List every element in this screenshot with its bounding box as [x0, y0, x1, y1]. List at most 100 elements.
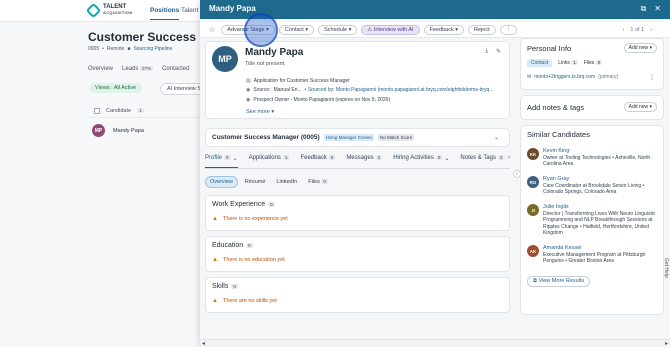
logo-icon	[85, 2, 102, 18]
list-item[interactable]: AK Amanda Kessel Executive Management Pro…	[527, 245, 661, 265]
subtab-overview[interactable]: Overview	[205, 176, 238, 188]
application-line: ▤ Application for Customer Success Manag…	[246, 78, 350, 84]
notes-title: Add notes & tags	[527, 103, 585, 112]
scroll-left-icon[interactable]: ◂	[202, 340, 205, 347]
tab-links[interactable]: Links 1	[558, 60, 578, 66]
contact-button[interactable]: Contact ▾	[278, 24, 315, 35]
tab-files-label: Files	[583, 60, 595, 66]
skills-section: Skills 0 ▲ There are no skills yet	[205, 277, 510, 313]
select-all-checkbox[interactable]	[94, 107, 100, 114]
next-icon[interactable]: ›	[650, 27, 652, 33]
list-item[interactable]: RG Ryan Gray Care Coordinator at Brookdal…	[527, 176, 661, 196]
tab-applications-count: 1	[282, 155, 290, 160]
section-count: 0	[268, 202, 275, 207]
similar-candidates-card: Similar Candidates KK Kevin King Owner at…	[520, 125, 664, 315]
prev-icon[interactable]: ‹	[623, 27, 625, 33]
subtab-resume[interactable]: Résumé	[241, 177, 269, 187]
empty-message: There is no experience yet	[222, 216, 288, 222]
pipeline-link[interactable]: Sourcing Pipeline	[133, 46, 172, 52]
sourced-by-link[interactable]: • Sourced by: Monto Papagianni (monto.pa…	[305, 87, 494, 93]
list-item[interactable]: KK Kevin King Owner at Tooling Technologi…	[527, 148, 661, 168]
subtab-linkedin[interactable]: LinkedIn	[272, 177, 301, 187]
tab-files[interactable]: Files 0	[583, 60, 603, 66]
page-title: Customer Success Mc	[88, 30, 217, 44]
view-more-results-button[interactable]: ⧉ View More Results	[527, 276, 591, 287]
empty-message: There are no skills yet	[222, 298, 277, 304]
tab-links-label: Links	[558, 60, 570, 66]
close-icon[interactable]: ✕	[654, 4, 661, 14]
section-title: Skills	[212, 283, 229, 290]
job-subtitle: 0005 • Remote ■ Sourcing Pipeline	[88, 46, 172, 52]
separator-dot: •	[102, 46, 104, 52]
chevron-down-icon: ⌄	[232, 156, 238, 162]
section-count: 0	[231, 284, 238, 289]
tab-messages-count: 2	[375, 155, 383, 160]
external-link-icon[interactable]: ⧉	[641, 4, 647, 14]
reject-button[interactable]: Reject	[468, 24, 496, 35]
similar-desc: Owner at Tooling Technologies • Ashevill…	[543, 154, 651, 168]
nav-talent[interactable]: Talent	[181, 7, 198, 14]
notes-tags-card: Add notes & tags Add new ▾	[520, 95, 664, 120]
email-link[interactable]: monto+2triggers.tx.brq.com	[534, 74, 595, 80]
profile-subtabs: Overview Résumé LinkedIn Files 0	[205, 176, 332, 188]
tabs-scroll-right-icon[interactable]: ›	[508, 155, 510, 161]
add-new-notes-button[interactable]: Add new ▾	[623, 102, 657, 112]
tab-hiring-activities[interactable]: Hiring Activities 0 ⌄	[393, 155, 449, 168]
table-row[interactable]: MP Mandy Papa	[88, 124, 200, 137]
list-item[interactable]: JI Julie Inglis Director | Transforming L…	[527, 204, 661, 237]
horizontal-scrollbar[interactable]: ◂ ▸	[200, 339, 670, 347]
tab-notes-tags[interactable]: Notes & Tags 2	[460, 155, 505, 168]
views-dropdown[interactable]: Views : All Active	[89, 83, 143, 93]
job-card[interactable]: Customer Success Manager (0005) Hiring M…	[205, 128, 510, 147]
education-section: Education 0 ▲ There is no education yet	[205, 236, 510, 272]
candidate-drawer: Mandy Papa ⧉ ✕ ☆ Advance Stage ▾ Contact…	[200, 0, 670, 347]
tab-contacted[interactable]: Contacted	[162, 66, 189, 72]
feedback-button[interactable]: Feedback ▾	[423, 24, 465, 35]
email-more-icon[interactable]: ⋮	[649, 74, 655, 81]
chevron-down-icon[interactable]: ⌄	[494, 134, 499, 141]
nav-positions[interactable]: Positions	[150, 7, 180, 20]
tab-files-count: 0	[595, 60, 603, 65]
empty-message: There is no education yet	[222, 257, 285, 263]
avatar: JI	[527, 204, 539, 216]
avatar: RG	[527, 176, 539, 188]
schedule-button[interactable]: Schedule ▾	[318, 24, 358, 35]
tab-feedback-count: 0	[328, 155, 336, 160]
add-new-button[interactable]: Add new ▾	[623, 43, 657, 53]
pager-label: 1 of 1	[630, 27, 645, 33]
scroll-right-icon[interactable]: ▸	[665, 340, 668, 347]
tab-messages[interactable]: Messages 2	[346, 155, 383, 168]
personal-info-title: Personal Info	[527, 44, 572, 53]
section-count: 0	[246, 243, 253, 248]
pipeline-icon: ■	[127, 46, 131, 52]
candidate-header: Candidate	[106, 107, 132, 114]
tab-profile[interactable]: Profile 0 ⌄	[205, 155, 238, 168]
candidate-count: 1	[137, 108, 144, 113]
tab-messages-label: Messages	[346, 155, 374, 161]
tab-notes-label: Notes & Tags	[460, 155, 496, 161]
tab-applications[interactable]: Applications 1	[249, 155, 290, 168]
tab-profile-label: Profile	[205, 155, 223, 161]
star-icon[interactable]: ☆	[209, 26, 215, 34]
tab-leads-count: 27%	[140, 66, 154, 71]
app-logo[interactable]: TALENT ACQUISITION	[85, 2, 133, 18]
tab-feedback[interactable]: Feedback 0	[300, 155, 336, 168]
get-help-tab[interactable]: Get Help	[663, 258, 669, 278]
tab-leads[interactable]: Leads 27%	[122, 66, 154, 72]
tab-contact[interactable]: Contact	[527, 59, 553, 67]
warning-icon: ▲	[212, 257, 218, 263]
see-more-link[interactable]: See more ▾	[246, 109, 274, 115]
profile-card: MP Mandy Papa Title not present. ⤓ ✎ ▤ A…	[205, 41, 510, 119]
similar-desc: Care Coordinator at Brookdale Senior Liv…	[543, 182, 645, 196]
download-icon[interactable]: ⤓	[485, 48, 488, 55]
tab-profile-count: 0	[224, 155, 231, 160]
edit-icon[interactable]: ✎	[496, 48, 501, 55]
subtab-files[interactable]: Files 0	[304, 177, 332, 187]
candidate-name: Mandy Papa	[245, 47, 304, 58]
more-actions-button[interactable]: ⋮	[499, 24, 518, 35]
match-score-badge: No Match Score	[377, 134, 415, 141]
tab-overview[interactable]: Overview	[88, 66, 113, 72]
interview-with-ai-button[interactable]: ⚠ Interview with AI	[361, 24, 420, 35]
tab-applications-label: Applications	[248, 155, 281, 161]
row-candidate-name[interactable]: Mandy Papa	[113, 128, 144, 134]
